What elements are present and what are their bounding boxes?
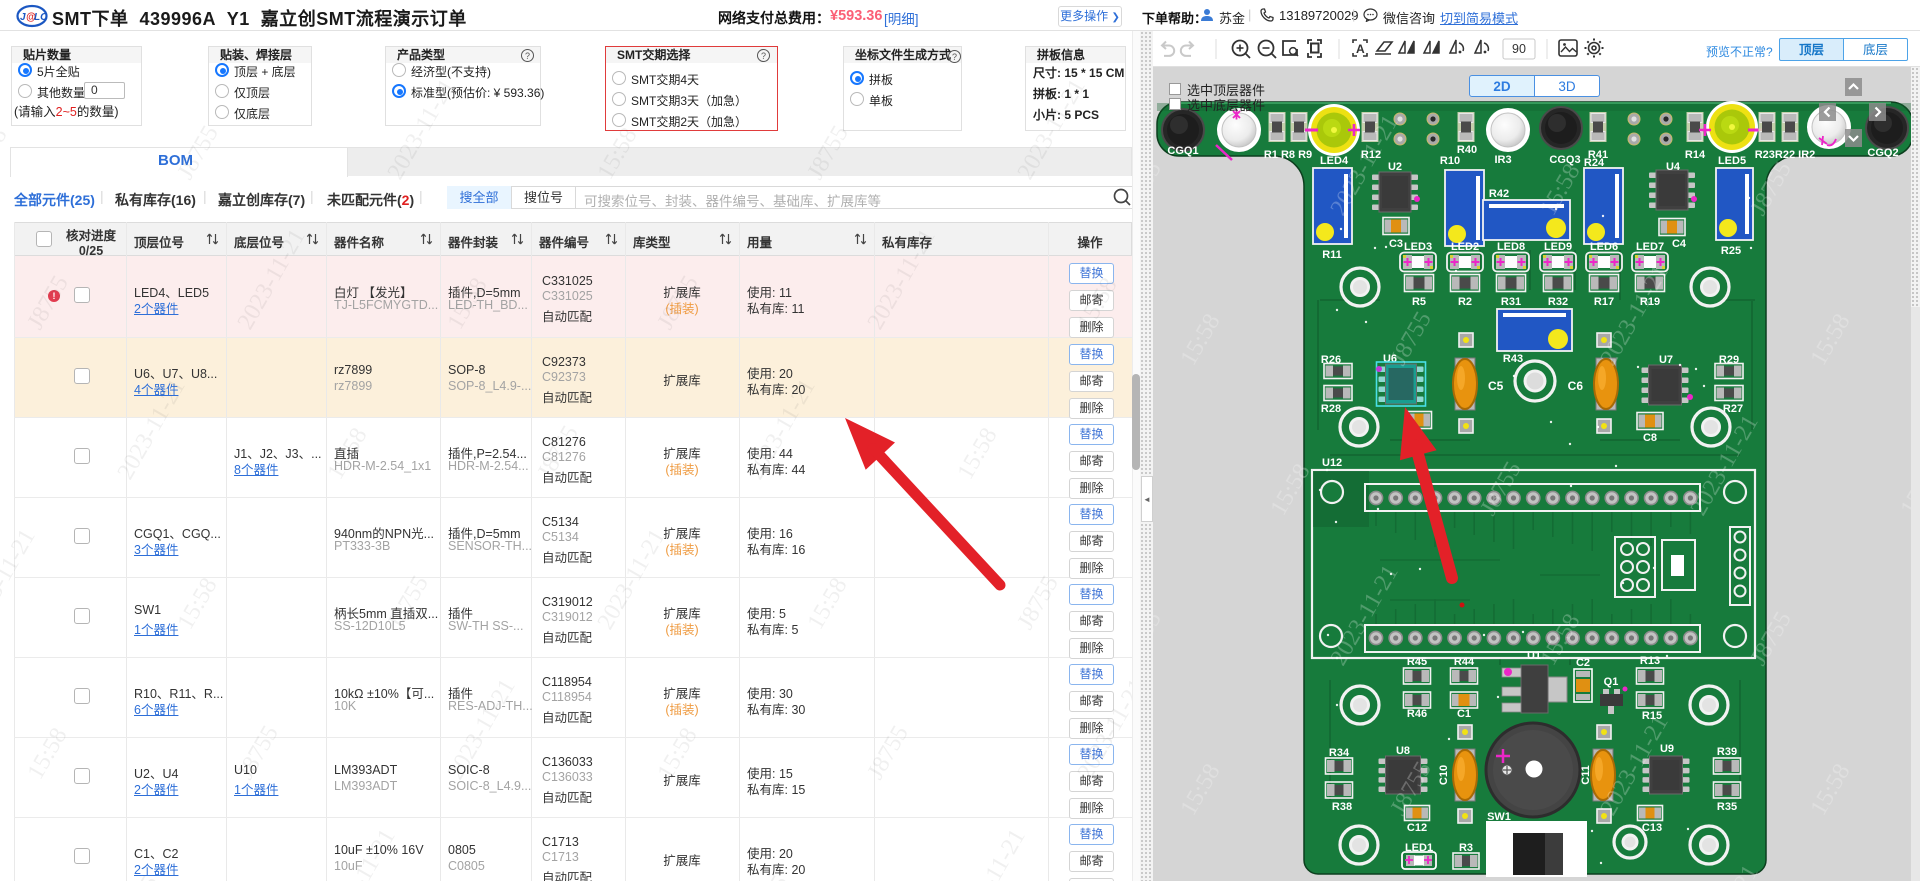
svg-text:R23R22 IR2: R23R22 IR2	[1755, 149, 1816, 161]
svg-text:A: A	[1356, 42, 1365, 56]
svg-text:R45: R45	[1407, 656, 1427, 668]
svg-text:U2: U2	[1388, 161, 1402, 173]
svg-text:SW1: SW1	[1487, 811, 1511, 823]
svg-text:C6: C6	[1568, 379, 1584, 393]
svg-text:R38: R38	[1332, 801, 1352, 813]
svg-text:R39: R39	[1717, 746, 1737, 758]
svg-text:LED2: LED2	[1451, 241, 1479, 253]
svg-text:IR3: IR3	[1494, 154, 1511, 166]
svg-text:LC: LC	[34, 12, 48, 23]
svg-text:C5: C5	[1488, 379, 1504, 393]
svg-text:C11: C11	[1580, 765, 1592, 785]
svg-text:R44: R44	[1454, 656, 1475, 668]
svg-text:C10: C10	[1438, 765, 1450, 785]
svg-text:CGQ1: CGQ1	[1167, 145, 1198, 157]
svg-text:R1 R8 R9: R1 R8 R9	[1264, 149, 1312, 161]
svg-text:2023-11-21: 2023-11-21	[533, 31, 611, 34]
svg-text:C13: C13	[1642, 822, 1662, 834]
svg-text:R10: R10	[1440, 155, 1460, 167]
svg-text:15:58: 15:58	[173, 574, 223, 634]
svg-text:R2: R2	[1458, 296, 1472, 308]
svg-text:R28: R28	[1321, 403, 1341, 415]
svg-text:R31: R31	[1501, 296, 1521, 308]
svg-text:LED6: LED6	[1590, 241, 1618, 253]
svg-text:15:58: 15:58	[953, 424, 1003, 484]
svg-text:LED3: LED3	[1404, 241, 1432, 253]
svg-text:Q1: Q1	[1604, 676, 1619, 688]
svg-text:U12: U12	[1322, 457, 1342, 469]
svg-text:LED5: LED5	[1718, 155, 1746, 167]
svg-text:R17: R17	[1594, 296, 1614, 308]
svg-text:U1: U1	[1527, 650, 1541, 662]
svg-text:R32: R32	[1548, 296, 1568, 308]
svg-text:J8755: J8755	[1013, 571, 1064, 634]
svg-text:2023-11-21: 2023-11-21	[953, 825, 1031, 881]
svg-text:15:58: 15:58	[23, 724, 73, 784]
svg-text:15:58: 15:58	[803, 574, 853, 634]
svg-text:U4: U4	[1666, 161, 1681, 173]
svg-text:R46: R46	[1407, 708, 1427, 720]
svg-text:CGQ2: CGQ2	[1867, 147, 1898, 159]
svg-text:R11: R11	[1322, 249, 1342, 261]
svg-text:U7: U7	[1659, 354, 1673, 366]
svg-text:CGQ3: CGQ3	[1549, 154, 1580, 166]
svg-text:U8: U8	[1396, 745, 1410, 757]
svg-text:R15: R15	[1642, 710, 1662, 722]
svg-text:C8: C8	[1643, 432, 1657, 444]
svg-text:LED9: LED9	[1544, 241, 1572, 253]
svg-text:LED4: LED4	[1320, 155, 1349, 167]
svg-text:C12: C12	[1407, 822, 1427, 834]
svg-text:R12: R12	[1361, 149, 1381, 161]
svg-text:C3: C3	[1389, 238, 1403, 250]
svg-text:R19: R19	[1640, 296, 1660, 308]
svg-text:C2: C2	[1576, 657, 1590, 669]
svg-text:15:58: 15:58	[113, 31, 163, 34]
svg-text:2023-11-21: 2023-11-21	[0, 525, 41, 634]
svg-text:R35: R35	[1717, 801, 1737, 813]
svg-text:15:58: 15:58	[743, 31, 793, 34]
svg-text:J8755: J8755	[323, 31, 374, 34]
svg-text:90: 90	[1512, 42, 1526, 56]
svg-text:LED7: LED7	[1636, 241, 1664, 253]
svg-text:R42: R42	[1489, 188, 1509, 200]
svg-text:R43: R43	[1503, 353, 1523, 365]
svg-text:R25: R25	[1721, 245, 1741, 257]
svg-text:C1: C1	[1457, 708, 1471, 720]
svg-text:U6: U6	[1383, 353, 1397, 365]
svg-text:R14: R14	[1685, 149, 1706, 161]
svg-text:LED8: LED8	[1497, 241, 1525, 253]
svg-text:J8755: J8755	[953, 31, 1004, 34]
svg-text:U9: U9	[1660, 743, 1674, 755]
svg-text:J8755: J8755	[863, 721, 914, 784]
svg-text:R5: R5	[1412, 296, 1426, 308]
svg-text:R13: R13	[1640, 655, 1660, 667]
svg-text:C4: C4	[1672, 238, 1687, 250]
